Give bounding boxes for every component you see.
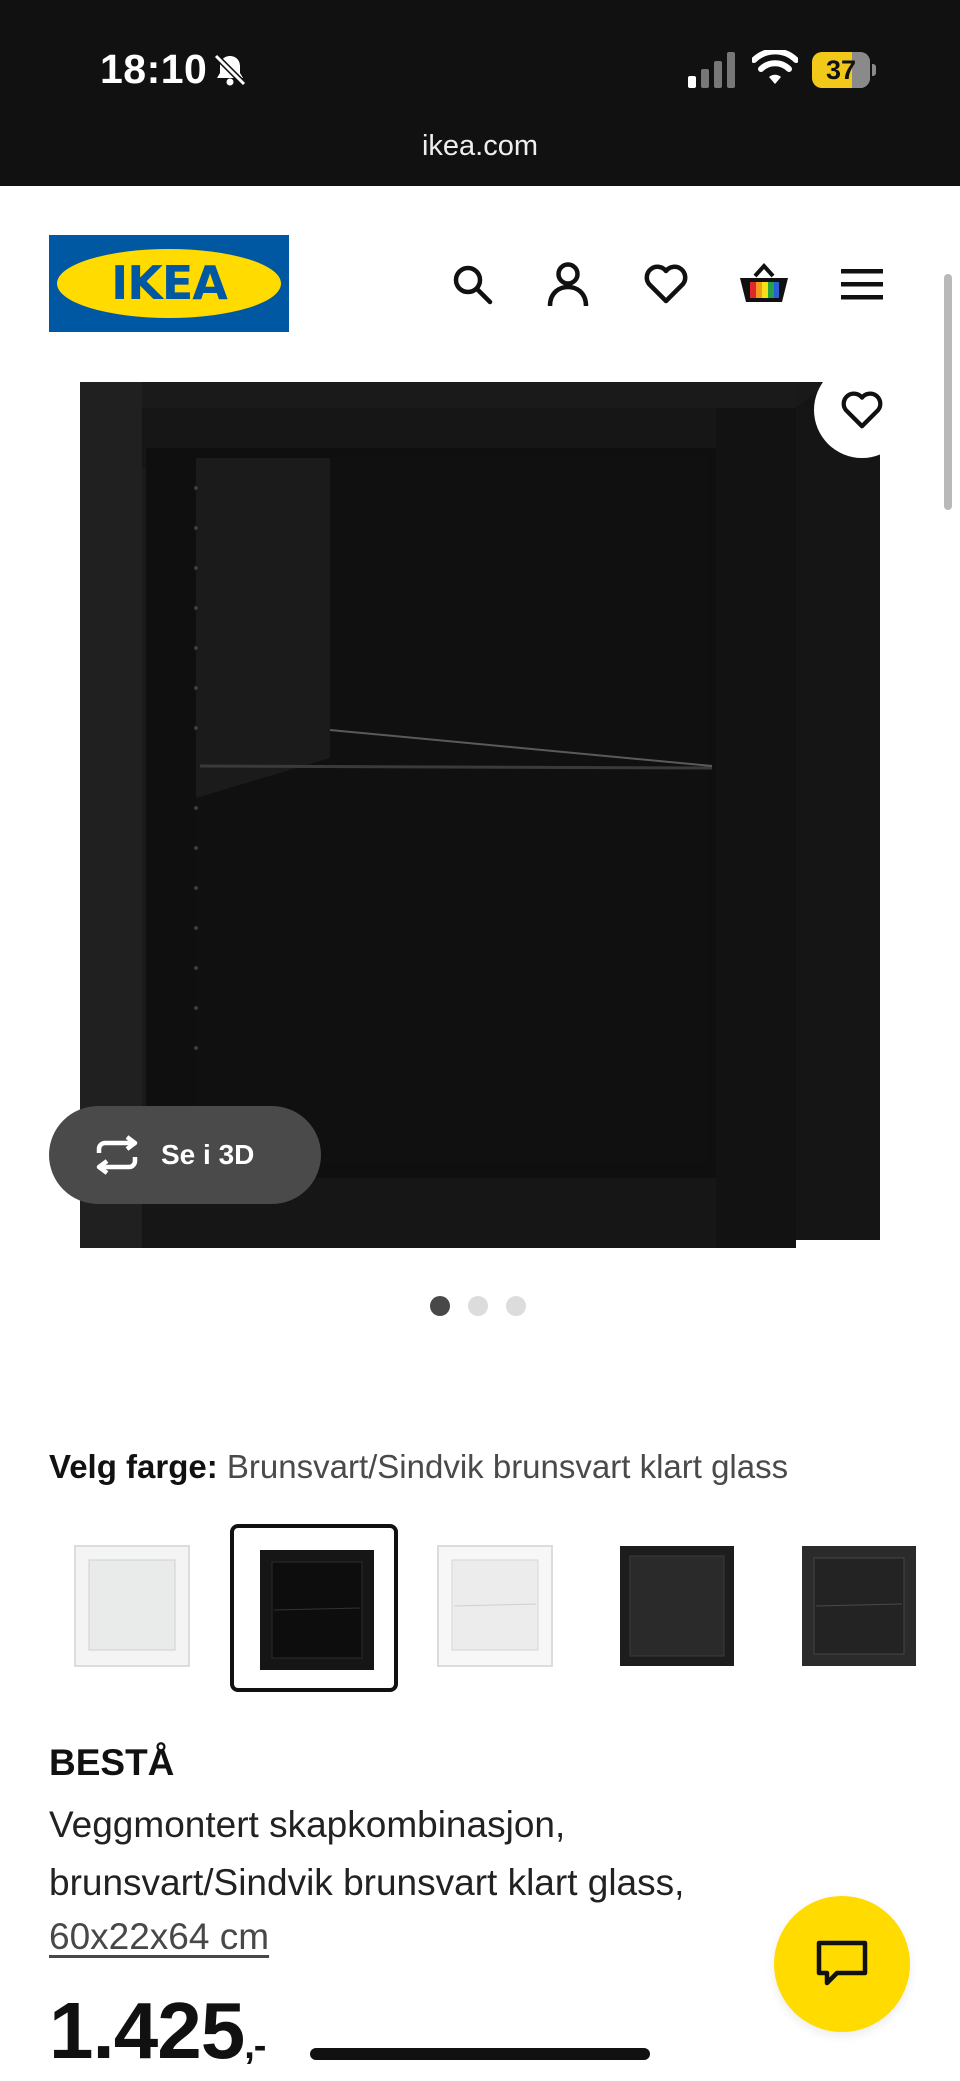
color-option-white-frosted[interactable] bbox=[49, 1524, 217, 1692]
search-icon[interactable] bbox=[446, 258, 498, 310]
color-option-black-brown-clear[interactable] bbox=[230, 1524, 398, 1692]
see-in-3d-label: Se i 3D bbox=[161, 1139, 255, 1170]
page-scrollbar[interactable] bbox=[944, 274, 952, 510]
product-size-link[interactable]: 60x22x64 cm bbox=[49, 1916, 269, 1958]
clock: 18:10 bbox=[100, 46, 208, 92]
account-icon[interactable] bbox=[542, 258, 594, 310]
carousel-dot[interactable] bbox=[506, 1296, 526, 1316]
cellular-signal-icon bbox=[688, 52, 735, 88]
see-in-3d-button[interactable]: Se i 3D bbox=[49, 1106, 321, 1204]
product-price: 1.425,- bbox=[49, 1985, 266, 2077]
carousel-dots bbox=[430, 1296, 526, 1316]
ikea-logo[interactable]: IKEA bbox=[49, 235, 289, 332]
add-to-favorites-button[interactable] bbox=[814, 362, 910, 458]
price-suffix: ,- bbox=[244, 2025, 266, 2067]
rotate-3d-icon bbox=[96, 1135, 138, 1175]
favorites-heart-icon[interactable] bbox=[640, 258, 692, 310]
cart-icon[interactable] bbox=[738, 258, 790, 310]
chat-bubble-icon bbox=[816, 1940, 868, 1986]
battery-level: 37 bbox=[825, 55, 857, 85]
color-selection-line: Velg farge: Brunsvart/Sindvik brunsvart … bbox=[49, 1448, 788, 1486]
price-value: 1.425 bbox=[49, 1986, 245, 2075]
chat-button[interactable] bbox=[774, 1896, 910, 2032]
selected-color-value: Brunsvart/Sindvik brunsvart klart glass bbox=[226, 1448, 789, 1485]
product-name: BESTÅ bbox=[49, 1742, 175, 1783]
battery-indicator: 37 bbox=[812, 52, 876, 88]
heart-icon bbox=[841, 391, 883, 429]
color-option-white-clear[interactable] bbox=[412, 1524, 580, 1692]
status-bar: 18:10 37 ikea.com bbox=[0, 0, 960, 186]
logo-text: IKEA bbox=[111, 256, 228, 310]
home-indicator[interactable] bbox=[310, 2048, 650, 2060]
color-option-black-smoked[interactable] bbox=[594, 1524, 762, 1692]
bell-muted-icon bbox=[213, 53, 247, 87]
menu-icon[interactable] bbox=[836, 258, 888, 310]
carousel-dot[interactable] bbox=[468, 1296, 488, 1316]
address-bar-url[interactable]: ikea.com bbox=[0, 130, 960, 163]
product-description: Veggmontert skapkombinasjon, brunsvart/S… bbox=[49, 1804, 685, 1903]
carousel-dot[interactable] bbox=[430, 1296, 450, 1316]
color-label: Velg farge: bbox=[49, 1448, 218, 1485]
color-option-dark-grey-clear[interactable] bbox=[776, 1524, 944, 1692]
wifi-icon bbox=[752, 50, 798, 84]
